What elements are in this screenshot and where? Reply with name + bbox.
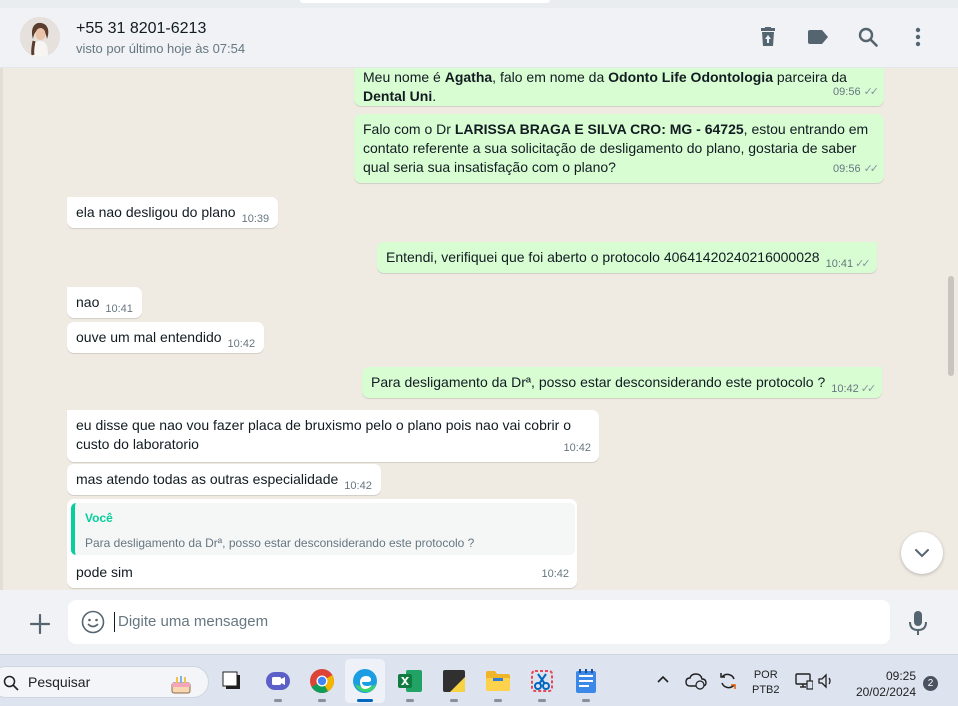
language-code: POR xyxy=(753,669,778,681)
chevron-up-icon[interactable] xyxy=(656,673,670,687)
scroll-to-bottom-button[interactable] xyxy=(901,532,943,574)
snipping-tool-icon[interactable] xyxy=(528,667,556,702)
search-icon[interactable] xyxy=(855,24,881,50)
message-incoming[interactable]: nao 10:41 xyxy=(67,287,142,318)
cake-icon xyxy=(171,676,191,694)
message-text: Entendi, verifiquei que foi aberto o pro… xyxy=(386,249,820,265)
emoji-icon[interactable] xyxy=(81,610,105,634)
window-top-edge xyxy=(0,0,958,8)
chrome-icon[interactable] xyxy=(308,667,336,702)
message-text: ouve um mal entendido xyxy=(76,329,222,345)
read-ticks-icon: ✓✓ xyxy=(863,86,880,98)
message-time: 10:39 xyxy=(241,213,270,225)
message-meta: 09:56 ✓✓ xyxy=(833,83,880,102)
teams-icon[interactable] xyxy=(264,667,292,702)
message-input-placeholder: Digite uma mensagem xyxy=(118,613,269,630)
windows-taskbar: Pesquisar POR PTB2 09:25 20/02/2024 2 xyxy=(0,654,958,706)
search-icon xyxy=(3,675,19,691)
quoted-message[interactable]: Você Para desligamento da Drª, posso est… xyxy=(71,503,575,555)
message-incoming[interactable]: mas atendo todas as outras especialidade… xyxy=(67,464,381,495)
message-text: Falo com o Dr LARISSA BRAGA E SILVA CRO:… xyxy=(363,121,869,175)
message-incoming[interactable]: ela nao desligou do plano 10:39 xyxy=(67,197,279,228)
clock-time: 09:25 xyxy=(885,669,916,683)
network-icon[interactable] xyxy=(795,672,814,693)
message-text: ela nao desligou do plano xyxy=(76,204,236,220)
message-text: nao xyxy=(76,294,100,310)
message-time: 10:42 xyxy=(227,338,256,350)
message-text: pode sim xyxy=(76,564,133,580)
volume-icon[interactable] xyxy=(818,673,834,692)
chevron-down-icon xyxy=(915,549,929,558)
message-incoming[interactable]: eu disse que nao vou fazer placa de brux… xyxy=(67,410,599,462)
message-time: 10:42 xyxy=(831,383,859,395)
message-time: 10:41 xyxy=(825,258,854,270)
message-time: 10:42 xyxy=(541,568,569,580)
label-icon[interactable] xyxy=(805,24,831,50)
read-ticks-icon: ✓✓ xyxy=(860,383,877,395)
taskbar-search-label: Pesquisar xyxy=(28,674,91,690)
message-text: mas atendo todas as outras especialidade xyxy=(76,471,339,487)
contact-name[interactable]: +55 31 8201-6213 xyxy=(76,20,206,38)
delete-icon[interactable] xyxy=(755,24,781,50)
scrollbar[interactable] xyxy=(948,276,954,376)
menu-icon[interactable] xyxy=(905,24,931,50)
message-outgoing[interactable]: Para desligamento da Drª, posso estar de… xyxy=(362,367,883,398)
message-meta: 09:56 ✓✓ xyxy=(833,160,880,179)
excel-icon[interactable] xyxy=(396,667,424,702)
quoted-text: Para desligamento da Drª, posso estar de… xyxy=(85,536,475,550)
browser-tab-edge xyxy=(300,0,550,3)
message-outgoing[interactable]: Entendi, verifiquei que foi aberto o pro… xyxy=(377,242,877,273)
panel-divider xyxy=(0,68,3,590)
sync-icon[interactable] xyxy=(718,671,738,694)
keyboard-layout: PTB2 xyxy=(752,684,780,696)
task-view-icon[interactable] xyxy=(218,667,246,695)
read-ticks-icon: ✓✓ xyxy=(863,163,880,175)
sticky-notes-icon[interactable] xyxy=(440,667,468,702)
message-outgoing[interactable]: Falo com o Dr LARISSA BRAGA E SILVA CRO:… xyxy=(354,114,884,183)
message-incoming[interactable]: ouve um mal entendido 10:42 xyxy=(67,322,265,353)
system-clock[interactable]: 09:25 20/02/2024 xyxy=(846,668,916,700)
message-text: eu disse que nao vou fazer placa de brux… xyxy=(76,417,571,452)
composer-bar: Digite uma mensagem xyxy=(0,590,958,654)
notification-count-badge[interactable]: 2 xyxy=(923,676,938,691)
message-list[interactable]: Meu nome é Agatha, falo em nome da Odont… xyxy=(0,68,958,590)
language-indicator[interactable]: POR PTB2 xyxy=(752,668,780,698)
message-time: 10:41 xyxy=(105,303,133,315)
taskbar-search[interactable]: Pesquisar xyxy=(0,666,209,698)
last-seen-status: visto por último hoje às 07:54 xyxy=(76,41,246,56)
onedrive-icon[interactable] xyxy=(685,672,707,693)
message-incoming-reply[interactable]: Você Para desligamento da Drª, posso est… xyxy=(67,499,577,588)
quoted-author: Você xyxy=(85,511,113,525)
read-ticks-icon: ✓✓ xyxy=(855,258,871,270)
avatar[interactable] xyxy=(20,17,60,57)
message-time: 10:42 xyxy=(563,442,591,454)
edge-icon[interactable] xyxy=(351,667,379,702)
clock-date: 20/02/2024 xyxy=(855,685,916,699)
message-text: Para desligamento da Drª, posso estar de… xyxy=(371,374,826,390)
notepad-icon[interactable] xyxy=(572,667,600,702)
chat-header[interactable]: +55 31 8201-6213 visto por último hoje à… xyxy=(0,8,958,68)
message-input[interactable]: Digite uma mensagem xyxy=(68,600,890,644)
attach-plus-icon[interactable] xyxy=(26,610,54,638)
message-text: Meu nome é Agatha, falo em nome da Odont… xyxy=(363,69,847,104)
text-caret xyxy=(114,612,115,632)
file-explorer-icon[interactable] xyxy=(484,667,512,702)
microphone-icon[interactable] xyxy=(906,610,930,636)
message-time: 10:42 xyxy=(344,480,372,492)
message-outgoing[interactable]: Meu nome é Agatha, falo em nome da Odont… xyxy=(354,68,884,106)
